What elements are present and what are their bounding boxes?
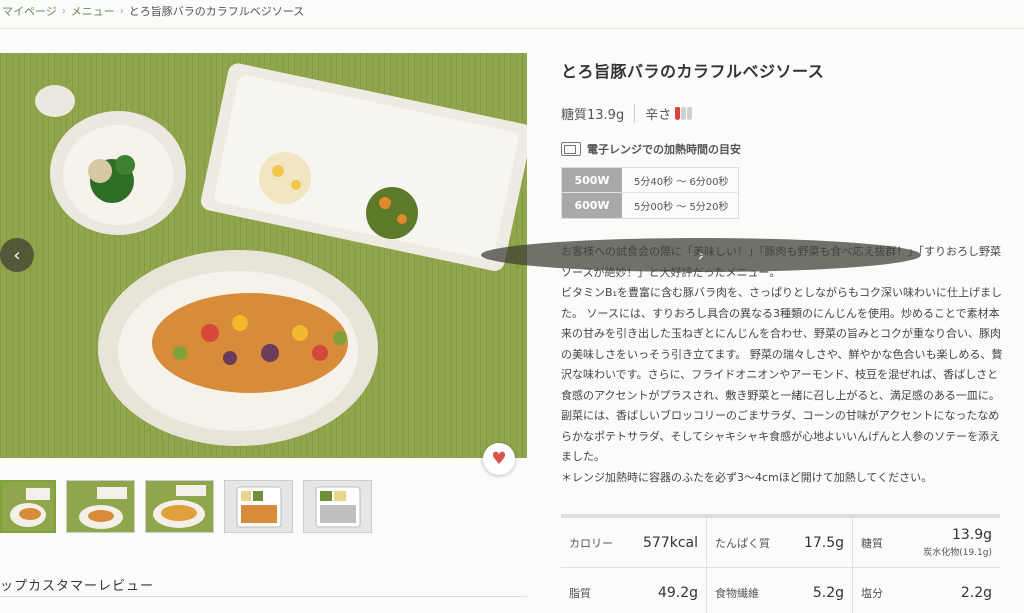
microwave-icon (561, 142, 581, 156)
nutrition-label: 食物繊維 (715, 586, 759, 600)
thumbnail-image (67, 481, 134, 532)
heating-guide-title: 電子レンジでの加熱時間の目安 (587, 143, 741, 156)
nutrition-value-group: 13.9g 炭水化物(19.1g) (923, 527, 992, 558)
spiciness-label: 辛さ (645, 108, 672, 123)
carbohydrate-subvalue: 炭水化物(19.1g) (923, 548, 992, 558)
chili-3 (687, 107, 693, 120)
thumbnail-image (2, 482, 54, 531)
nutrition-value: 49.2g (657, 584, 698, 601)
description-paragraph: ビタミンB₁を豊富に含む豚バラ肉を、さっぱりとしながらもコク深い味わいに仕上げま… (561, 286, 1003, 463)
thumbnail-2[interactable] (66, 480, 135, 533)
thumbnail-image (225, 481, 292, 532)
favorite-button[interactable]: ♥ (483, 443, 515, 475)
nutrition-value: 13.9g (951, 527, 992, 543)
customer-review-heading: ップカスタマーレビュー (0, 579, 155, 594)
breadcrumb-mypage-link[interactable]: マイページ (2, 3, 57, 19)
nutrition-label: カロリー (569, 536, 613, 550)
wattage-label: 600W (562, 193, 622, 218)
chevron-left-icon: ‹ (13, 244, 21, 266)
thumbnail-3[interactable] (145, 480, 214, 533)
nutrition-label: 脂質 (569, 586, 591, 600)
nutrition-cell-salt: 塩分 2.2g (853, 568, 1000, 613)
heating-guide-heading: 電子レンジでの加熱時間の目安 (561, 141, 1001, 157)
chili-pepper-icon (675, 107, 693, 120)
thumbnail-1[interactable] (0, 480, 56, 533)
product-description: お客様への試食会の際に「美味しい！」「豚肉も野菜も食べ応え抜群！」「すりおろし野… (561, 242, 1003, 488)
heating-time: 5分00秒 〜 5分20秒 (634, 202, 729, 213)
breadcrumb: マイページ › メニュー › とろ旨豚バラのカラフルベジソース (0, 0, 304, 22)
nutrition-label: たんぱく質 (715, 536, 770, 550)
nutrition-value: 577kcal (643, 534, 698, 551)
wattage-label: 500W (562, 168, 622, 192)
carousel-prev-button[interactable]: ‹ (0, 238, 34, 272)
nutrition-row: カロリー 577kcal たんぱく質 17.5g 糖質 13.9g 炭水化物(1… (561, 518, 1000, 568)
heart-icon: ♥ (491, 449, 507, 469)
header-divider (0, 28, 1024, 29)
chili-2 (681, 107, 687, 120)
nutrition-row: 脂質 49.2g 食物繊維 5.2g 塩分 2.2g (561, 568, 1000, 613)
nutrition-cell-fat: 脂質 49.2g (561, 568, 707, 613)
chili-1 (675, 107, 681, 120)
sugar-amount: 糖質13.9g (561, 104, 636, 123)
spiciness: 辛さ (635, 104, 693, 123)
nutrition-value: 17.5g (803, 534, 844, 551)
description-note: ＊レンジ加熱時に容器のふたを必ず3〜4cmほど開けて加熱してください。 (561, 470, 933, 484)
thumbnail-image (304, 481, 371, 532)
nutrition-table: カロリー 577kcal たんぱく質 17.5g 糖質 13.9g 炭水化物(1… (561, 514, 1000, 613)
nutrition-cell-protein: たんぱく質 17.5g (707, 518, 853, 567)
description-paragraph: お客様への試食会の際に「美味しい！」「豚肉も野菜も食べ応え抜群！」「すりおろし野… (561, 245, 1001, 279)
nutrition-value: 2.2g (960, 584, 992, 601)
heating-row-500w: 500W 5分40秒 〜 6分00秒 (562, 168, 738, 193)
heating-row-600w: 600W 5分00秒 〜 5分20秒 (562, 193, 738, 218)
nutrition-cell-calories: カロリー 577kcal (561, 518, 707, 567)
nutrition-label: 塩分 (861, 586, 883, 600)
product-meta: 糖質13.9g 辛さ (561, 104, 1001, 123)
product-detail: とろ旨豚バラのカラフルベジソース 糖質13.9g 辛さ 電子レンジでの加熱時間の… (561, 53, 1003, 488)
heating-time-table: 500W 5分40秒 〜 6分00秒 600W 5分00秒 〜 5分20秒 (561, 167, 739, 219)
product-title: とろ旨豚バラのカラフルベジソース (561, 62, 825, 81)
breadcrumb-menu-link[interactable]: メニュー (71, 3, 115, 19)
nutrition-label: 糖質 (861, 536, 883, 550)
nutrition-cell-fiber: 食物繊維 5.2g (707, 568, 853, 613)
chevron-right-icon: › (61, 5, 66, 17)
breadcrumb-current: とろ旨豚バラのカラフルベジソース (128, 5, 305, 18)
review-divider (0, 596, 527, 597)
thumbnail-image (146, 481, 213, 532)
product-main-image (0, 53, 527, 458)
heating-time: 5分40秒 〜 6分00秒 (634, 176, 729, 188)
chevron-right-icon: › (119, 5, 124, 17)
thumbnail-4[interactable] (224, 480, 293, 533)
thumbnail-5[interactable] (303, 480, 372, 533)
nutrition-cell-sugar: 糖質 13.9g 炭水化物(19.1g) (853, 518, 1000, 567)
food-photo (0, 53, 527, 458)
nutrition-value: 5.2g (812, 584, 844, 601)
thumbnail-strip (0, 480, 372, 533)
